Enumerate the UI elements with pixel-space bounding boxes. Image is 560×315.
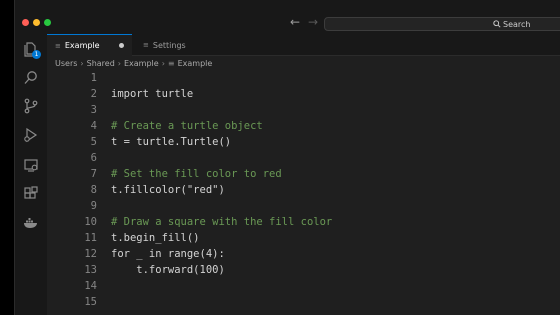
activity-docker[interactable] (22, 214, 40, 232)
activity-explorer[interactable]: 1 (22, 40, 41, 59)
search-icon (493, 20, 501, 28)
code-line[interactable]: 6 (47, 150, 560, 166)
code-line[interactable]: 1 (47, 70, 560, 86)
title-bar: ← → Search (15, 0, 560, 34)
code-text: t.fillcolor("red") (111, 184, 225, 196)
breadcrumb-item[interactable]: Users (55, 59, 77, 68)
file-lines-icon: ≡ (143, 41, 149, 49)
file-lines-icon: ≡ (167, 58, 175, 68)
tab-label: Settings (152, 40, 186, 50)
editor-window: ← → Search 1 ≡ Example ≡ Settings Users … (14, 0, 560, 315)
line-number: 1 (90, 72, 97, 84)
remote-explorer-icon (24, 159, 38, 172)
code-editor[interactable]: 1 2 import turtle 3 4 # Create a turtle ob… (47, 70, 560, 315)
chevron-right-icon: › (80, 58, 84, 68)
code-text: t.forward(100) (111, 264, 225, 276)
minimize-window-button[interactable] (33, 19, 40, 26)
line-number: 13 (84, 264, 97, 276)
breadcrumb-item[interactable]: Example (124, 59, 159, 68)
line-number: 6 (90, 152, 97, 164)
activity-run-debug[interactable] (22, 126, 40, 144)
activity-bar: 1 (15, 34, 47, 315)
code-line[interactable]: 9 (47, 198, 560, 214)
line-number: 10 (84, 216, 97, 228)
code-line[interactable]: 14 (47, 278, 560, 294)
extensions-icon (24, 186, 38, 199)
line-number: 11 (84, 232, 97, 244)
maximize-window-button[interactable] (44, 19, 51, 26)
tab-example[interactable]: ≡ Example (47, 34, 132, 56)
explorer-badge: 1 (32, 50, 41, 59)
line-number: 8 (90, 184, 97, 196)
code-line[interactable]: 11 t.begin_fill() (47, 230, 560, 246)
tab-label: Example (64, 41, 100, 50)
close-window-button[interactable] (22, 19, 29, 26)
code-text: t = turtle.Turtle() (111, 136, 232, 148)
arrow-left-icon[interactable]: ← (290, 15, 300, 29)
code-line[interactable]: 5 t = turtle.Turtle() (47, 134, 560, 150)
code-comment: # Draw a square with the fill color (111, 216, 333, 228)
code-line[interactable]: 15 (47, 294, 560, 310)
code-line[interactable]: 12 for _ in range(4): (47, 246, 560, 262)
code-text: import turtle (111, 88, 194, 100)
code-text: t.begin_fill() (111, 232, 200, 244)
search-icon (24, 71, 37, 84)
line-number: 15 (84, 296, 97, 308)
code-line[interactable]: 2 import turtle (47, 86, 560, 102)
breadcrumb-item[interactable]: Shared (87, 59, 115, 68)
line-number: 12 (84, 248, 97, 260)
tab-settings[interactable]: ≡ Settings (133, 34, 205, 56)
line-number: 3 (90, 104, 97, 116)
chevron-right-icon: › (117, 58, 121, 68)
code-line[interactable]: 3 (47, 102, 560, 118)
code-line[interactable]: 7 # Set the fill color to red (47, 166, 560, 182)
chevron-right-icon: › (161, 58, 165, 68)
source-control-icon (24, 98, 38, 114)
run-debug-icon (24, 127, 38, 143)
activity-extensions[interactable] (22, 185, 40, 203)
line-number: 14 (84, 280, 97, 292)
code-line[interactable]: 10 # Draw a square with the fill color (47, 214, 560, 230)
activity-search[interactable] (22, 69, 40, 87)
unsaved-dot-icon[interactable] (119, 43, 124, 48)
code-comment: # Set the fill color to red (111, 168, 282, 180)
code-line[interactable]: 13 t.forward(100) (47, 262, 560, 278)
activity-source-control[interactable] (22, 97, 40, 115)
code-line[interactable]: 8 t.fillcolor("red") (47, 182, 560, 198)
line-number: 9 (90, 200, 97, 212)
docker-icon (24, 218, 37, 228)
activity-remote-explorer[interactable] (22, 156, 40, 174)
file-lines-icon: ≡ (55, 41, 61, 50)
code-comment: # Create a turtle object (111, 120, 263, 132)
line-number: 4 (90, 120, 97, 132)
command-center-search[interactable]: Search (324, 17, 560, 31)
code-line[interactable]: 4 # Create a turtle object (47, 118, 560, 134)
line-number: 7 (90, 168, 97, 180)
line-number: 5 (90, 136, 97, 148)
tab-bar: ≡ Example ≡ Settings (47, 34, 560, 56)
breadcrumb-item[interactable]: Example (178, 59, 213, 68)
code-text: for _ in range(4): (111, 248, 225, 260)
arrow-right-icon[interactable]: → (308, 15, 318, 29)
line-number: 2 (90, 88, 97, 100)
search-label: Search (503, 19, 531, 29)
breadcrumb: Users › Shared › Example › ≡ Example (55, 56, 212, 70)
